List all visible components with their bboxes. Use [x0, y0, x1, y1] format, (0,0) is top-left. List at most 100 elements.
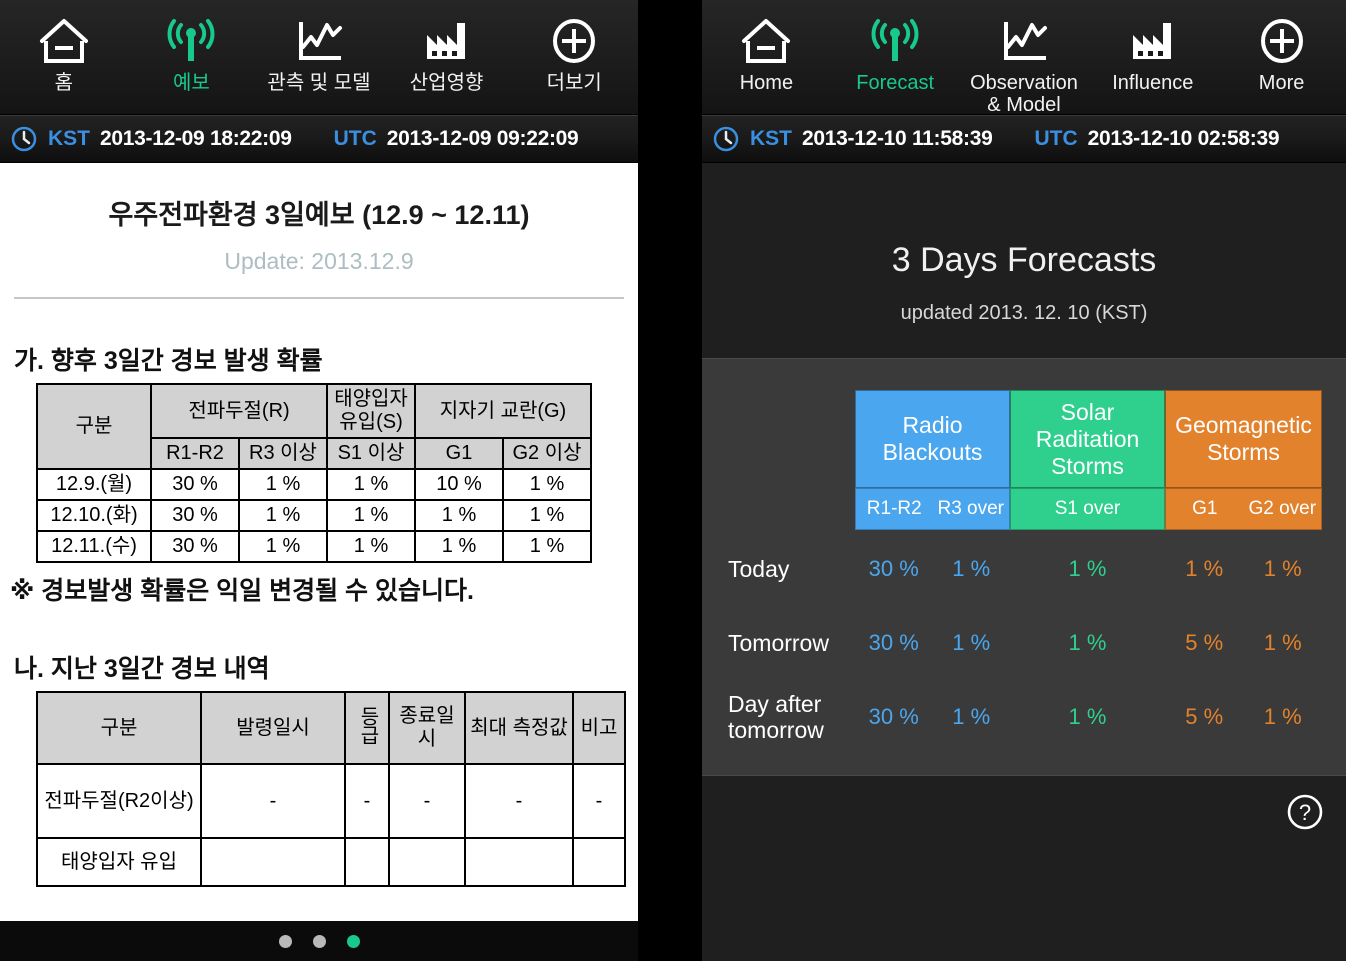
scale-group-solar: S1 over — [1010, 488, 1165, 530]
past-alerts-table: 구분 발령일시 등급 종료일시 최대 측정값 비고 전파두절(R2이상) - -… — [36, 691, 626, 887]
row-values: 30 % 1 % 1 % 5 % 1 % — [855, 704, 1322, 730]
page-title-korean: 우주전파환경 3일예보 (12.9 ~ 12.11) — [108, 200, 530, 230]
values-solar: 1 % — [1010, 704, 1165, 730]
value-g1: 5 % — [1185, 704, 1224, 729]
cell-max-value — [464, 837, 574, 887]
table-header-row: 구분 발령일시 등급 종료일시 최대 측정값 비고 — [36, 691, 626, 765]
header-geomagnetic: 지자기 교란(G) — [414, 383, 592, 439]
nav-item-home[interactable]: 홈 — [0, 14, 128, 94]
row-date: 12.11.(수) — [36, 530, 152, 563]
page-indicator[interactable] — [0, 921, 638, 961]
page-dot-3-active[interactable] — [346, 934, 360, 948]
cell-issue-time — [200, 837, 346, 887]
cell-end-time: - — [388, 763, 466, 839]
category-solar-radiation-storms[interactable]: Solar Raditation Storms — [1010, 390, 1165, 488]
value-r1r2: 30 % — [868, 556, 919, 581]
value-g1: 1 % — [1185, 556, 1224, 581]
row-label-day-after-tomorrow: Day after tomorrow — [728, 691, 824, 743]
nav-label-home: Home — [739, 72, 794, 94]
value-r3over: 1 % — [952, 630, 991, 655]
timezone-utc-value: 2013-12-10 02:58:39 — [1087, 127, 1280, 150]
cell-s1: 1 % — [326, 468, 416, 501]
timezone-kst-value: 2013-12-09 18:22:09 — [100, 127, 292, 150]
category-radio-blackouts[interactable]: Radio Blackouts — [855, 390, 1010, 488]
row-label: 전파두절(R2이상) — [36, 763, 202, 839]
page-dot-1[interactable] — [278, 934, 292, 948]
scale-g1: G1 — [1192, 498, 1218, 519]
row-date: 12.10.(화) — [36, 499, 152, 532]
time-strip-english: KST 2013-12-10 11:58:39 UTC 2013-12-10 0… — [702, 115, 1346, 163]
scale-g2over: G2 over — [1248, 498, 1317, 519]
value-r3over: 1 % — [952, 556, 991, 581]
subheader-s1: S1 이상 — [326, 437, 416, 470]
forecast-row-tomorrow: Tomorrow 30 % 1 % 1 % 5 % 1 % — [702, 611, 1346, 675]
category-geomagnetic-storms[interactable]: Geomagnetic Storms — [1165, 390, 1322, 488]
broadcast-icon — [165, 14, 217, 68]
nav-item-more[interactable]: 더보기 — [510, 14, 638, 94]
header-issue-time: 발령일시 — [200, 691, 346, 765]
nav-label-more: More — [1258, 72, 1305, 94]
forecast-row-today: Today 30 % 1 % 1 % 1 % 1 % — [702, 537, 1346, 601]
value-g2over: 1 % — [1263, 556, 1302, 581]
value-g1: 5 % — [1185, 630, 1224, 655]
cell-s1: 1 % — [326, 499, 416, 532]
values-radio: 30 % 1 % — [855, 556, 1010, 582]
english-app-panel: Home Forecast Observation & Model Influe… — [702, 0, 1346, 961]
section-b-heading: 나. 지난 3일간 경보 내역 — [14, 655, 270, 683]
page-dot-2[interactable] — [312, 934, 326, 948]
value-r1r2: 30 % — [868, 630, 919, 655]
header-gubun: 구분 — [36, 691, 202, 765]
forecast-grid: Radio Blackouts Solar Raditation Storms … — [702, 359, 1346, 776]
cell-r3: 1 % — [238, 468, 328, 501]
cell-g2: 1 % — [502, 468, 592, 501]
update-date-korean: Update: 2013.12.9 — [224, 248, 414, 274]
values-solar: 1 % — [1010, 630, 1165, 656]
header-solar-particle: 태양입자 유입(S) — [326, 383, 416, 439]
scale-r1r2: R1-R2 — [866, 498, 922, 519]
table-row: 전파두절(R2이상) - - - - - — [36, 763, 626, 839]
header-gubun: 구분 — [36, 383, 152, 470]
factory-icon — [1127, 14, 1179, 68]
value-g2over: 1 % — [1263, 704, 1302, 729]
value-r3over: 1 % — [952, 704, 991, 729]
timezone-utc-value: 2013-12-09 09:22:09 — [386, 127, 579, 150]
help-circle-icon[interactable]: ? — [1286, 793, 1324, 836]
cell-g1: 1 % — [414, 530, 504, 563]
nav-item-forecast[interactable]: 예보 — [128, 14, 256, 94]
table-header-row-group: 구분 전파두절(R) 태양입자 유입(S) 지자기 교란(G) — [36, 383, 592, 470]
cell-g1: 1 % — [414, 499, 504, 532]
nav-item-forecast[interactable]: Forecast — [831, 14, 960, 94]
header-remark: 비고 — [572, 691, 626, 765]
korean-content-area[interactable]: 우주전파환경 3일예보 (12.9 ~ 12.11) Update: 2013.… — [0, 163, 638, 921]
nav-item-influence[interactable]: 산업영향 — [383, 14, 511, 94]
cell-remark: - — [572, 763, 626, 839]
nav-item-observation-model[interactable]: 관측 및 모델 — [255, 14, 383, 94]
subheader-r1r2: R1-R2 — [150, 437, 240, 470]
subheader-g1: G1 — [414, 437, 504, 470]
page-title-english: 3 Days Forecasts — [891, 241, 1157, 279]
cell-max-value: - — [464, 763, 574, 839]
scale-header-row: R1-R2 R3 over S1 over G1 G2 over — [855, 488, 1322, 530]
cell-r3: 1 % — [238, 530, 328, 563]
value-s1over: 1 % — [1068, 556, 1107, 581]
screenshot-root: 홈 예보 관측 및 모델 산업영향 더보기 KST 2013-12-09 18:… — [0, 0, 1346, 961]
subheader-g2: G2 이상 — [502, 437, 592, 470]
forecast-probability-table: 구분 전파두절(R) 태양입자 유입(S) 지자기 교란(G) R1-R2 R3… — [36, 383, 592, 563]
table-row: 12.10.(화) 30 % 1 % 1 % 1 % 1 % — [36, 499, 592, 532]
clock-icon — [712, 125, 740, 153]
nav-label-influence: 산업영향 — [409, 72, 484, 94]
cell-r3: 1 % — [238, 499, 328, 532]
nav-item-more[interactable]: More — [1217, 14, 1346, 94]
timezone-kst-label: KST — [48, 127, 90, 150]
home-icon — [38, 14, 90, 68]
cell-issue-time: - — [200, 763, 346, 839]
nav-item-influence[interactable]: Influence — [1088, 14, 1217, 94]
nav-item-home[interactable]: Home — [702, 14, 831, 94]
korean-app-panel: 홈 예보 관측 및 모델 산업영향 더보기 KST 2013-12-09 18:… — [0, 0, 638, 961]
nav-label-influence: Influence — [1112, 72, 1194, 94]
subheader-r3: R3 이상 — [238, 437, 328, 470]
nav-item-observation-model[interactable]: Observation & Model — [960, 14, 1089, 116]
plus-circle-icon — [1256, 14, 1308, 68]
scale-s1over: S1 over — [1054, 498, 1121, 519]
factory-icon — [421, 14, 473, 68]
